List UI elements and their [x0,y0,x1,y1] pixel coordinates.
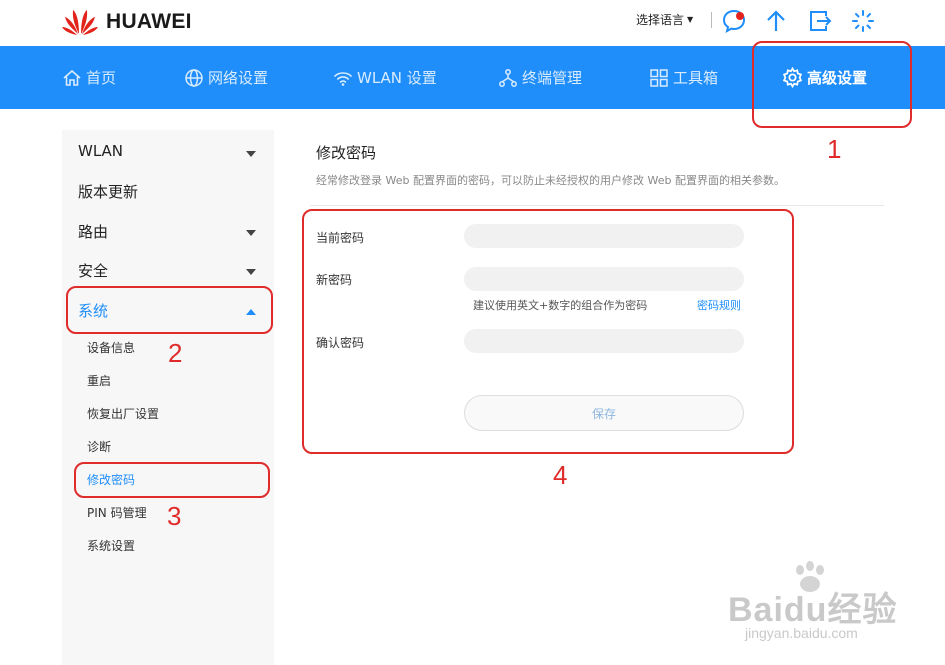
annotation-box-4 [302,209,794,454]
nav-item-network[interactable]: 网络设置 [184,46,268,109]
submenu-device-info[interactable]: 设备信息 [87,339,135,356]
nav-item-label: 首页 [86,69,117,87]
nav-item-devices[interactable]: 终端管理 [498,46,582,109]
submenu-reboot[interactable]: 重启 [87,372,111,389]
sidebar-item-security[interactable]: 安全 [78,260,108,281]
page-title: 修改密码 [316,144,377,162]
update-icon[interactable] [763,8,789,34]
chevron-down-icon[interactable] [246,269,256,275]
nav-item-home[interactable]: 首页 [62,46,116,109]
language-label: 选择语言 [636,13,685,27]
network-icon [499,68,517,87]
language-selector[interactable]: 选择语言 ▼ [636,11,693,28]
brand-name: HUAWEI [106,10,192,33]
toolbox-icon [650,68,668,87]
submenu-system-settings[interactable]: 系统设置 [87,537,135,554]
annotation-box-3 [74,462,270,498]
loading-icon[interactable] [850,8,876,34]
nav-item-label: 工具箱 [673,69,719,87]
sidebar-item-routing[interactable]: 路由 [78,221,108,242]
sidebar-item-update[interactable]: 版本更新 [78,181,138,202]
annotation-number-4: 4 [553,460,568,490]
nav-item-wlan[interactable]: WLAN 设置 [333,46,437,109]
divider [310,205,884,206]
huawei-logo [62,10,98,35]
annotation-number-1: 1 [827,134,842,164]
sidebar [62,130,274,665]
submenu-pin-management[interactable]: PIN 码管理 [87,504,147,521]
message-icon[interactable] [721,8,747,34]
nav-item-label: 终端管理 [522,69,583,87]
chevron-down-icon[interactable] [246,230,256,236]
annotation-number-3: 3 [167,501,182,531]
nav-item-label: 网络设置 [208,69,269,87]
home-icon [63,69,81,86]
watermark-url: jingyan.baidu.com [745,625,858,641]
divider [711,12,712,28]
submenu-diagnosis[interactable]: 诊断 [87,438,111,455]
globe-icon [185,68,203,87]
wifi-icon [334,71,352,86]
logout-icon[interactable] [807,8,833,34]
chevron-down-icon[interactable] [246,151,256,157]
submenu-factory-reset[interactable]: 恢复出厂设置 [87,405,159,422]
nav-item-label: WLAN 设置 [357,69,437,87]
annotation-number-2: 2 [168,338,183,368]
annotation-box-1 [752,41,912,128]
sidebar-item-wlan[interactable]: WLAN [78,142,123,160]
annotation-box-2 [66,286,273,334]
nav-item-toolbox[interactable]: 工具箱 [649,46,718,109]
page-description: 经常修改登录 Web 配置界面的密码，可以防止未经授权的用户修改 Web 配置界… [316,174,785,187]
watermark-text: Baidu经验 [728,591,898,629]
chevron-down-icon: ▼ [687,15,694,24]
